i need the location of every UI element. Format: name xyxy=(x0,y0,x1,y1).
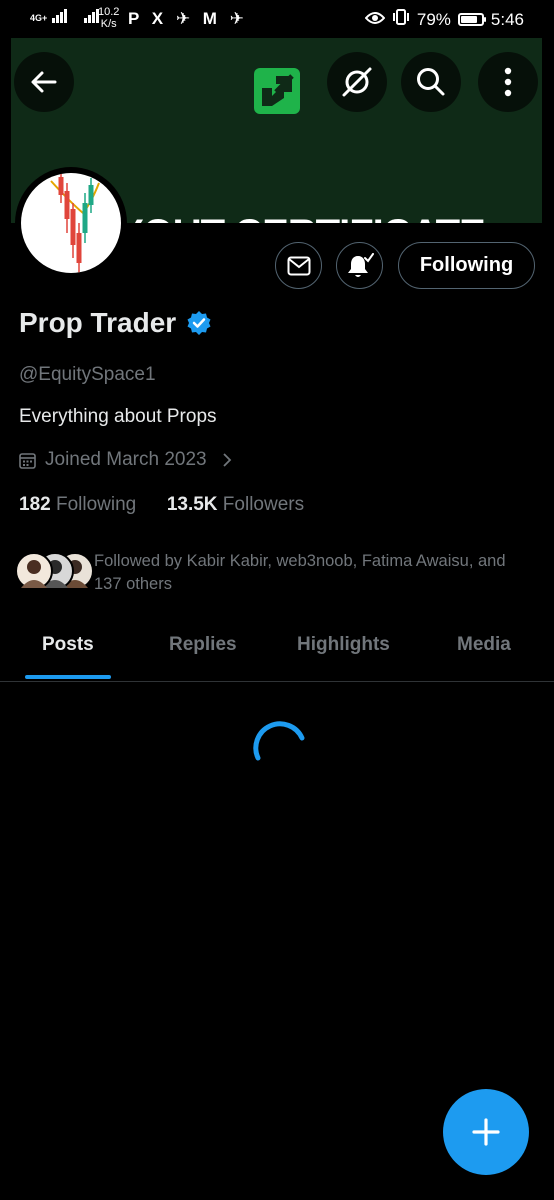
joined-date-row[interactable]: Joined March 2023 xyxy=(19,449,232,471)
verified-badge-icon[interactable] xyxy=(186,310,212,336)
speed-value: 10.2 xyxy=(98,6,120,18)
following-label: Following xyxy=(55,494,137,515)
avatar-image xyxy=(21,173,121,273)
speed-unit: K/s xyxy=(100,18,117,30)
back-arrow-icon xyxy=(31,71,57,93)
signal-icon xyxy=(51,9,68,23)
notification-icons: P X ✈ M ✈ xyxy=(128,9,248,28)
following-count: 182 xyxy=(19,494,51,515)
vibrate-icon xyxy=(392,9,410,30)
grok-button[interactable] xyxy=(327,52,387,112)
message-button[interactable] xyxy=(275,242,322,289)
grok-icon xyxy=(342,67,372,97)
profile-bio: Everything about Props xyxy=(19,406,217,427)
candlestick-chart-icon xyxy=(50,173,100,273)
followers-stat[interactable]: 13.5K Followers xyxy=(167,494,304,515)
network-type: 4G+ xyxy=(30,13,48,23)
battery-icon xyxy=(457,13,486,26)
profile-name-row: Prop Trader xyxy=(19,307,212,339)
network-speed: 10.2 K/s xyxy=(98,6,119,30)
active-tab-indicator xyxy=(25,675,111,679)
system-indicators: 79% 5:46 xyxy=(364,9,524,30)
status-bar: 4G+ 10.2 K/s P X ✈ M ✈ 79% 5:46 xyxy=(0,0,554,38)
profile-handle: @EquitySpace1 xyxy=(19,364,156,385)
more-button[interactable] xyxy=(478,52,538,112)
chevron-right-icon xyxy=(222,453,231,467)
follow-stats: 182 Following 13.5K Followers xyxy=(19,494,304,516)
loading-spinner-icon xyxy=(253,721,305,761)
tab-highlights[interactable]: Highlights xyxy=(297,634,390,656)
network-indicator: 4G+ xyxy=(30,9,100,23)
tab-replies[interactable]: Replies xyxy=(169,634,237,656)
compose-button[interactable] xyxy=(443,1089,529,1175)
followers-count: 13.5K xyxy=(166,494,218,515)
search-icon xyxy=(417,68,445,96)
following-button[interactable]: Following xyxy=(398,242,535,289)
tab-posts[interactable]: Posts xyxy=(42,634,94,656)
followers-label: Followers xyxy=(222,494,305,515)
back-button[interactable] xyxy=(14,52,74,112)
profile-name: Prop Trader xyxy=(19,307,177,338)
banner-text: YOUT CERTIFICATE xyxy=(117,206,486,223)
profile-tabs: Posts Replies Highlights Media xyxy=(0,618,554,682)
mutual-avatar-1 xyxy=(15,552,53,590)
followed-by-text[interactable]: Followed by Kabir Kabir, web3noob, Fatim… xyxy=(94,550,534,596)
clock: 5:46 xyxy=(490,9,524,29)
plus-icon xyxy=(472,1118,500,1146)
search-button[interactable] xyxy=(401,52,461,112)
more-vertical-icon xyxy=(504,67,512,97)
eye-icon xyxy=(364,10,386,30)
joined-date: Joined March 2023 xyxy=(45,449,207,470)
tab-media[interactable]: Media xyxy=(457,634,511,656)
mail-icon xyxy=(287,256,310,275)
banner-logo-icon xyxy=(254,68,300,114)
following-stat[interactable]: 182 Following xyxy=(19,494,136,515)
profile-avatar[interactable] xyxy=(15,167,127,279)
notifications-button[interactable] xyxy=(336,242,383,289)
calendar-icon xyxy=(19,452,36,469)
battery-percent: 79% xyxy=(416,9,451,29)
bell-check-icon xyxy=(347,252,374,277)
